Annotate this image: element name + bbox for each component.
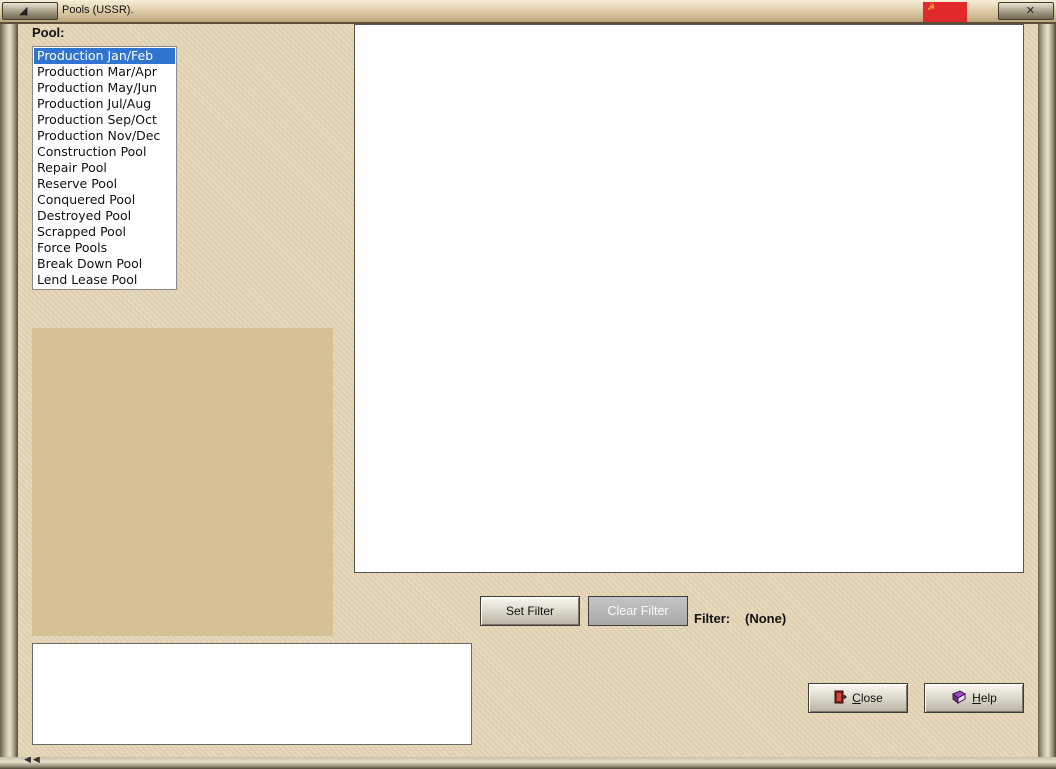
pool-contents-view[interactable] — [354, 24, 1024, 573]
pool-label: Pool: — [32, 25, 65, 40]
title-bar: ◢ Pools (USSR). ☭ ✕ — [0, 0, 1056, 24]
pool-list-item[interactable]: Production Mar/Apr — [34, 64, 175, 80]
hammer-sickle-icon: ☭ — [927, 3, 936, 13]
pool-list-item[interactable]: Break Down Pool — [34, 256, 175, 272]
pool-list-item[interactable]: Lend Lease Pool — [34, 272, 175, 288]
pool-list-item[interactable]: Production Jul/Aug — [34, 96, 175, 112]
close-button[interactable]: Close — [808, 683, 908, 713]
pool-list-item[interactable]: Production Nov/Dec — [34, 128, 175, 144]
clear-filter-label: Clear Filter — [607, 604, 669, 618]
clear-filter-button[interactable]: Clear Filter — [588, 596, 688, 626]
pool-info-panel — [32, 328, 333, 636]
set-filter-button[interactable]: Set Filter — [480, 596, 580, 626]
pool-list-item[interactable]: Production Sep/Oct — [34, 112, 175, 128]
door-exit-icon — [833, 690, 848, 706]
window-frame-bottom: ◀◀ — [0, 755, 1056, 769]
pool-list-item[interactable]: Reserve Pool — [34, 176, 175, 192]
window-title: Pools (USSR). — [62, 4, 134, 16]
pool-list-item[interactable]: Production Jan/Feb — [34, 48, 175, 64]
pool-details-box — [32, 643, 472, 745]
window-frame-left — [0, 24, 18, 757]
pool-list-item[interactable]: Repair Pool — [34, 160, 175, 176]
book-icon — [951, 690, 967, 706]
filter-value: (None) — [745, 611, 787, 626]
window-frame-right — [1038, 24, 1056, 757]
pool-list-item[interactable]: Conquered Pool — [34, 192, 175, 208]
close-label: Close — [852, 691, 883, 705]
filter-label: Filter: — [694, 611, 731, 626]
close-icon: ✕ — [1025, 4, 1035, 17]
pools-dialog-content: Pool: Production Jan/Feb Production Mar/A… — [18, 24, 1038, 757]
help-button[interactable]: Help — [924, 683, 1024, 713]
set-filter-label: Set Filter — [505, 604, 554, 618]
ussr-flag: ☭ — [923, 2, 967, 22]
system-menu-button[interactable]: ◢ — [2, 2, 58, 20]
pool-list-item[interactable]: Construction Pool — [34, 144, 175, 160]
window-menu-icon: ◢ — [19, 4, 28, 17]
close-window-button[interactable]: ✕ — [998, 2, 1054, 20]
help-label: Help — [972, 691, 997, 705]
pool-list-item[interactable]: Production May/Jun — [34, 80, 175, 96]
pool-listbox[interactable]: Production Jan/Feb Production Mar/Apr Prod… — [32, 46, 177, 290]
pool-list-item[interactable]: Force Pools — [34, 240, 175, 256]
pool-list-item[interactable]: Scrapped Pool — [34, 224, 175, 240]
pool-list-item[interactable]: Destroyed Pool — [34, 208, 175, 224]
